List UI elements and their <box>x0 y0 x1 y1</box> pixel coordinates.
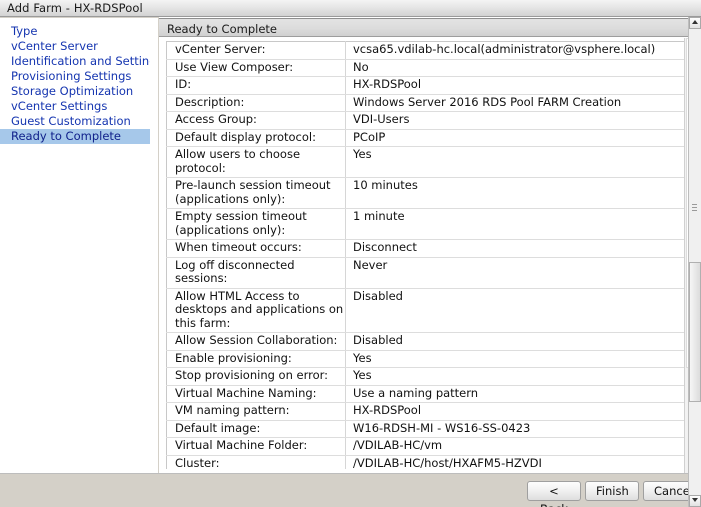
summary-row-value: Windows Server 2016 RDS Pool FARM Creati… <box>345 94 686 112</box>
summary-row-value: 10 minutes <box>345 177 686 209</box>
sidebar-item-guest-customization[interactable]: Guest Customization <box>0 114 157 129</box>
sidebar-item-identification-and-settings[interactable]: Identification and Settings <box>0 54 157 69</box>
summary-row-value: Disabled <box>345 288 686 333</box>
summary-row-label: VM naming pattern: <box>166 402 346 421</box>
summary-row-label: Access Group: <box>166 111 346 130</box>
scroll-down-arrow-icon[interactable] <box>689 495 701 507</box>
window-scrollbar-thumb[interactable] <box>689 262 701 402</box>
sidebar-item-ready-to-complete[interactable]: Ready to Complete <box>0 129 157 144</box>
summary-row-value: W16-RDSH-MI - WS16-SS-0423 <box>345 420 686 438</box>
summary-row-label: Virtual Machine Folder: <box>166 437 346 456</box>
scrollbar-grip-icon <box>692 202 698 216</box>
summary-row-label: Default display protocol: <box>166 129 346 147</box>
summary-row-value: No <box>345 59 686 77</box>
table-row: Description: Windows Server 2016 RDS Pool… <box>166 94 686 112</box>
summary-row-label: Allow Session Collaboration: <box>166 332 346 351</box>
finish-button[interactable]: Finish <box>585 481 639 501</box>
summary-table: vCenter Server: vcsa65.vdilab-hc.local(ad… <box>166 41 686 469</box>
summary-row-value: /VDILAB-HC/vm <box>345 437 686 456</box>
table-row: Default image: W16-RDSH-MI - WS16-SS-0423 <box>166 420 686 438</box>
summary-row-label: Cluster: <box>166 455 346 469</box>
table-row: Log off disconnected sessions: Never <box>166 257 686 289</box>
summary-row-value: vcsa65.vdilab-hc.local(administrator@vsp… <box>345 41 686 60</box>
table-row: Access Group: VDI-Users <box>166 111 686 130</box>
table-row: ID: HX-RDSPool <box>166 76 686 95</box>
dialog-footer: < Back Finish Cancel <box>0 473 697 507</box>
window-title: Add Farm - HX-RDSPool <box>7 1 143 15</box>
summary-row-label: Allow users to choose protocol: <box>166 146 346 178</box>
summary-row-label: Virtual Machine Naming: <box>166 385 346 403</box>
sidebar-item-type[interactable]: Type <box>0 24 157 39</box>
add-farm-dialog: Add Farm - HX-RDSPool Type vCenter Server… <box>0 0 701 507</box>
summary-row-value: Disconnect <box>345 239 686 258</box>
section-header: Ready to Complete <box>159 18 695 37</box>
wizard-step-list: Type vCenter Server Identification and Set… <box>0 24 157 144</box>
summary-row-label: Enable provisioning: <box>166 350 346 368</box>
table-row: Virtual Machine Naming: Use a naming patt… <box>166 385 686 403</box>
main-panel: Ready to Complete vCenter Server: vcsa65.… <box>159 17 695 473</box>
sidebar-gutter <box>150 18 158 473</box>
window-vertical-scrollbar[interactable] <box>688 17 701 507</box>
table-row: Empty session timeout (applications only… <box>166 208 686 240</box>
back-button[interactable]: < Back <box>527 481 581 507</box>
summary-row-label: Default image: <box>166 420 346 438</box>
summary-row-value: VDI-Users <box>345 111 686 130</box>
summary-row-label: Log off disconnected sessions: <box>166 257 346 289</box>
table-row: Cluster:/VDILAB-HC/host/HXAFM5-HZVDI <box>166 455 686 469</box>
sidebar-item-storage-optimization[interactable]: Storage Optimization <box>0 84 157 99</box>
summary-row-value: Use a naming pattern <box>345 385 686 403</box>
table-row: Use View Composer: No <box>166 59 686 77</box>
table-row: Allow Session Collaboration: Disabled <box>166 332 686 351</box>
table-row: Allow users to choose protocol: Yes <box>166 146 686 178</box>
summary-row-label: Allow HTML Access to desktops and applic… <box>166 288 346 333</box>
table-row: Enable provisioning: Yes <box>166 350 686 368</box>
summary-row-value: Disabled <box>345 332 686 351</box>
sidebar-item-provisioning-settings[interactable]: Provisioning Settings <box>0 69 157 84</box>
summary-table-body: vCenter Server: vcsa65.vdilab-hc.local(ad… <box>166 41 686 469</box>
table-row: vCenter Server: vcsa65.vdilab-hc.local(ad… <box>166 41 686 60</box>
table-row: VM naming pattern: HX-RDSPool <box>166 402 686 421</box>
summary-row-label: Description: <box>166 94 346 112</box>
summary-row-label: Empty session timeout (applications only… <box>166 208 346 240</box>
summary-scroll-area[interactable]: vCenter Server: vcsa65.vdilab-hc.local(ad… <box>166 41 686 469</box>
sidebar-item-vcenter-server[interactable]: vCenter Server <box>0 39 157 54</box>
summary-row-label: Pre-launch session timeout (applications… <box>166 177 346 209</box>
title-bar: Add Farm - HX-RDSPool <box>0 0 701 17</box>
table-row: Stop provisioning on error: Yes <box>166 367 686 386</box>
summary-row-value: HX-RDSPool <box>345 402 686 421</box>
summary-row-value: HX-RDSPool <box>345 76 686 95</box>
summary-row-value: Yes <box>345 146 686 178</box>
table-row: Allow HTML Access to desktops and applic… <box>166 288 686 333</box>
summary-row-value: Never <box>345 257 686 289</box>
summary-row-value: /VDILAB-HC/host/HXAFM5-HZVDI <box>345 455 686 469</box>
wizard-step-sidebar: Type vCenter Server Identification and Set… <box>0 18 158 473</box>
summary-row-label: vCenter Server: <box>166 41 346 60</box>
summary-row-label: When timeout occurs: <box>166 239 346 258</box>
table-row: Pre-launch session timeout (applications… <box>166 177 686 209</box>
summary-row-label: ID: <box>166 76 346 95</box>
scroll-up-arrow-icon[interactable] <box>689 17 701 29</box>
summary-row-value: Yes <box>345 350 686 368</box>
summary-row-value: 1 minute <box>345 208 686 240</box>
table-row: Default display protocol: PCoIP <box>166 129 686 147</box>
page-title: Ready to Complete <box>167 22 277 36</box>
table-row: Virtual Machine Folder:/VDILAB-HC/vm <box>166 437 686 456</box>
summary-row-label: Stop provisioning on error: <box>166 367 346 386</box>
summary-row-value: Yes <box>345 367 686 386</box>
sidebar-item-vcenter-settings[interactable]: vCenter Settings <box>0 99 157 114</box>
summary-row-value: PCoIP <box>345 129 686 147</box>
table-row: When timeout occurs: Disconnect <box>166 239 686 258</box>
summary-row-label: Use View Composer: <box>166 59 346 77</box>
